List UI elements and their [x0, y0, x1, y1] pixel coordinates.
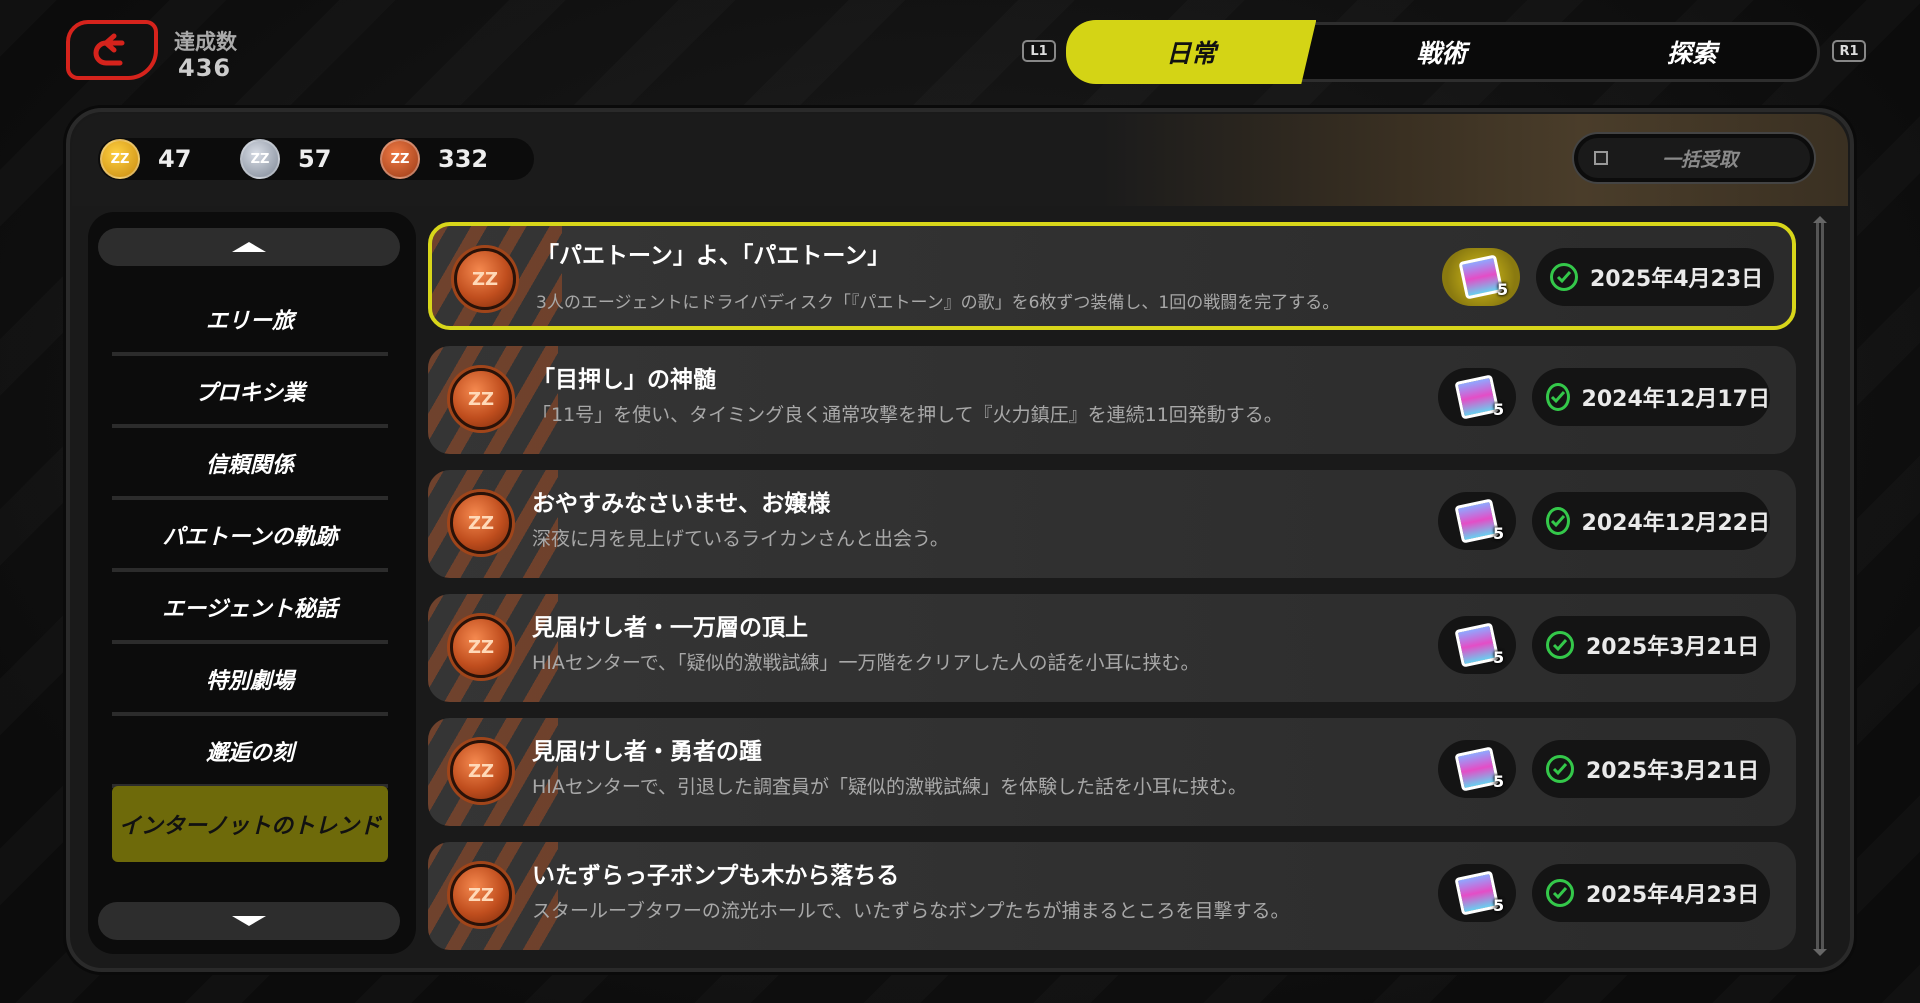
- achievement-description: HIAセンターで、「疑似的激戦試練」一万階をクリアした人の話を小耳に挟む。: [532, 652, 1200, 674]
- completion-date-badge: 2024年12月22日: [1532, 492, 1770, 550]
- chevron-down-icon: [232, 916, 266, 926]
- completion-date-badge: 2025年3月21日: [1532, 740, 1770, 798]
- shoulder-left-button[interactable]: L1: [1022, 40, 1056, 62]
- achievement-title: 見届けし者・勇者の踵: [532, 739, 762, 765]
- tab-daily[interactable]: 日常: [1066, 20, 1317, 84]
- achievement-title: いたずらっ子ボンプも木から落ちる: [532, 863, 900, 889]
- achievement-description: スタールーブタワーの流光ホールで、いたずらなボンプたちが捕まるところを目撃する。: [532, 900, 1290, 922]
- reward-slot[interactable]: 5: [1438, 616, 1516, 674]
- sidebar-item-proxy-work[interactable]: プロキシ業: [112, 358, 388, 428]
- check-icon: [1546, 755, 1574, 783]
- silver-medal-count: ZZ 57: [240, 139, 380, 179]
- back-button[interactable]: [66, 20, 158, 80]
- achievement-row[interactable]: ZZ 「パエトーン」よ、「パエトーン」 3人のエージェントにドライバディスク「『…: [428, 222, 1796, 330]
- gold-medal-icon: ZZ: [100, 139, 140, 179]
- shoulder-right-button[interactable]: R1: [1832, 40, 1866, 62]
- reward-slot[interactable]: 5: [1442, 248, 1520, 306]
- sidebar-item-agent-story[interactable]: エージェント秘話: [112, 574, 388, 644]
- tab-tactics[interactable]: 戦術: [1316, 25, 1566, 79]
- achievement-count-value: 436: [178, 54, 232, 82]
- completion-date-badge: 2025年3月21日: [1532, 616, 1770, 674]
- achievement-title: おやすみなさいませ、お嬢様: [532, 491, 831, 517]
- list-scrollbar[interactable]: [1813, 216, 1827, 956]
- bronze-medal-icon: ZZ: [380, 139, 420, 179]
- silver-medal-icon: ZZ: [240, 139, 280, 179]
- bronze-medal-icon: ZZ: [450, 616, 512, 678]
- check-icon: [1546, 631, 1574, 659]
- sidebar-scroll-down-button[interactable]: [98, 902, 400, 940]
- bronze-medal-icon: ZZ: [450, 492, 512, 554]
- film-ticket-icon: 5: [1454, 622, 1504, 668]
- sidebar-item-special-theater[interactable]: 特別劇場: [112, 646, 388, 716]
- achievement-row[interactable]: ZZ 見届けし者・一万層の頂上 HIAセンターで、「疑似的激戦試練」一万階をクリ…: [428, 594, 1796, 702]
- sidebar-item-trust[interactable]: 信頼関係: [112, 430, 388, 500]
- reward-slot[interactable]: 5: [1438, 368, 1516, 426]
- sidebar-item-encounter[interactable]: 邂逅の刻: [112, 718, 388, 788]
- check-icon: [1546, 383, 1570, 411]
- achievement-row[interactable]: ZZ 見届けし者・勇者の踵 HIAセンターで、引退した調査員が「疑似的激戦試練」…: [428, 718, 1796, 826]
- sidebar-scroll-up-button[interactable]: [98, 228, 400, 266]
- achievement-row[interactable]: ZZ いたずらっ子ボンプも木から落ちる スタールーブタワーの流光ホールで、いたず…: [428, 842, 1796, 950]
- completion-date-badge: 2024年12月17日: [1532, 368, 1770, 426]
- back-arrow-icon: [93, 33, 125, 66]
- film-ticket-icon: 5: [1454, 498, 1504, 544]
- achievement-description: HIAセンターで、引退した調査員が「疑似的激戦試練」を体験した話を小耳に挟む。: [532, 776, 1247, 798]
- achievement-row[interactable]: ZZ おやすみなさいませ、お嬢様 深夜に月を見上げているライカンさんと出会う。 …: [428, 470, 1796, 578]
- achievement-title: 「目押し」の神髄: [532, 367, 716, 393]
- sidebar-item-phaethon-path[interactable]: パエトーンの軌跡: [112, 502, 388, 572]
- achievement-description: 深夜に月を見上げているライカンさんと出会う。: [532, 528, 949, 550]
- bronze-medal-icon: ZZ: [450, 864, 512, 926]
- sidebar-item-inter-knot-trend[interactable]: インターノットのトレンド: [112, 786, 388, 862]
- bronze-medal-icon: ZZ: [450, 368, 512, 430]
- film-ticket-icon: 5: [1454, 746, 1504, 792]
- bronze-medal-icon: ZZ: [450, 740, 512, 802]
- achievement-description: 3人のエージェントにドライバディスク「『パエトーン』の歌」を6枚ずつ装備し、1回…: [536, 293, 1340, 313]
- completion-date-badge: 2025年4月23日: [1532, 864, 1770, 922]
- achievement-count-label: 達成数: [174, 30, 237, 54]
- check-icon: [1546, 879, 1574, 907]
- square-button-icon: [1594, 151, 1608, 165]
- medal-count-bar: ZZ 47 ZZ 57 ZZ 332: [98, 138, 534, 180]
- check-icon: [1546, 507, 1570, 535]
- gold-medal-count: ZZ 47: [100, 139, 240, 179]
- film-ticket-icon: 5: [1458, 254, 1508, 300]
- bronze-medal-count: ZZ 332: [380, 139, 520, 179]
- tab-explore[interactable]: 探索: [1567, 25, 1817, 79]
- achievement-title: 見届けし者・一万層の頂上: [532, 615, 808, 641]
- claim-all-button[interactable]: 一括受取: [1574, 134, 1814, 182]
- film-ticket-icon: 5: [1454, 374, 1504, 420]
- film-ticket-icon: 5: [1454, 870, 1504, 916]
- sidebar-item-eridu-journey[interactable]: エリー旅: [112, 286, 388, 356]
- category-tabbar: 日常 戦術 探索: [1066, 20, 1820, 84]
- chevron-up-icon: [232, 242, 266, 252]
- completion-date-badge: 2025年4月23日: [1536, 248, 1774, 306]
- bronze-medal-icon: ZZ: [454, 248, 516, 310]
- reward-slot[interactable]: 5: [1438, 740, 1516, 798]
- check-icon: [1550, 263, 1578, 291]
- reward-slot[interactable]: 5: [1438, 864, 1516, 922]
- achievement-row[interactable]: ZZ 「目押し」の神髄 「11号」を使い、タイミング良く通常攻撃を押して『火力鎮…: [428, 346, 1796, 454]
- achievement-description: 「11号」を使い、タイミング良く通常攻撃を押して『火力鎮圧』を連続11回発動する…: [532, 404, 1283, 426]
- achievement-title: 「パエトーン」よ、「パエトーン」: [536, 243, 891, 269]
- reward-slot[interactable]: 5: [1438, 492, 1516, 550]
